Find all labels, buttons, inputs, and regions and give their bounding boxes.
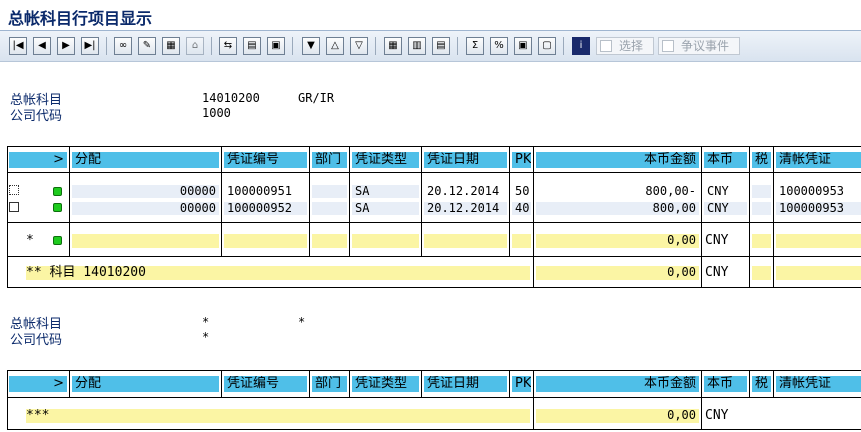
sort-desc-icon[interactable]: ▽ [350, 37, 368, 55]
change-layout-icon[interactable]: ▤ [432, 37, 450, 55]
col-clearing-doc-2[interactable]: 清帐凭证 [776, 376, 861, 392]
subtotal-amount: 0,00 [536, 234, 699, 248]
col-assignment[interactable]: 分配 [72, 152, 219, 168]
assignment-cell: 00000 [72, 185, 219, 198]
col-clearing-doc[interactable]: 清帐凭证 [776, 152, 861, 168]
grand-total-marker: *** [26, 409, 530, 423]
col-pk[interactable]: PK [512, 152, 531, 168]
print-icon[interactable]: ▤ [243, 37, 261, 55]
doc-number-cell[interactable]: 100000952 [224, 202, 307, 215]
page-title: 总帐科目行项目显示 [8, 9, 153, 28]
col-pk-2[interactable]: PK [512, 376, 531, 392]
col-tax-2[interactable]: 税 [752, 376, 771, 392]
doc-number-cell[interactable]: 100000951 [224, 185, 307, 198]
pk-cell: 40 [512, 202, 531, 215]
account-desc-2: * [298, 315, 306, 329]
col-tax[interactable]: 税 [752, 152, 771, 168]
subtotal-marker: * [26, 233, 34, 248]
application-toolbar: |◀ ◀ ▶ ▶| ∞ ✎ ▦ ⌂ ⇆ ▤ ▣ ▼ △ ▽ ▦ ▥ ▤ Σ % … [0, 31, 861, 62]
grand-total-currency: CNY [705, 408, 729, 423]
info-icon[interactable]: i [572, 37, 590, 55]
title-bar: 总帐科目行项目显示 [0, 0, 861, 31]
selection-column-header-2[interactable]: > [9, 376, 67, 392]
prev-page-icon[interactable]: ◀ [33, 37, 51, 55]
dispute-icon [662, 40, 674, 52]
glasses-icon[interactable]: ∞ [114, 37, 132, 55]
first-page-icon[interactable]: |◀ [9, 37, 27, 55]
summary-icon[interactable]: Σ [466, 37, 484, 55]
tax-cell [752, 202, 771, 215]
columns-icon[interactable]: ▥ [408, 37, 426, 55]
subtotal-currency: CNY [705, 233, 729, 248]
account-total-currency: CNY [705, 265, 729, 280]
selection-column-header[interactable]: > [9, 152, 67, 168]
clearing-doc-cell[interactable]: 100000953 [776, 202, 861, 215]
select-label: 选择 [619, 39, 644, 53]
pk-cell: 50 [515, 185, 530, 198]
col-department-2[interactable]: 部门 [312, 376, 347, 392]
export-icon[interactable]: ⇆ [219, 37, 237, 55]
layout-icon[interactable]: ▦ [384, 37, 402, 55]
grand-total-amount: 0,00 [536, 409, 699, 423]
row-checkbox[interactable] [9, 185, 19, 195]
account-value-2: * [202, 315, 210, 329]
detail-icon[interactable]: ⌂ [186, 37, 204, 55]
filter-icon[interactable]: ▼ [302, 37, 320, 55]
col-doc-date-2[interactable]: 凭证日期 [424, 376, 507, 392]
col-doc-type[interactable]: 凭证类型 [352, 152, 419, 168]
doc-date-cell: 20.12.2014 [427, 185, 500, 198]
account-value: 14010200 [202, 91, 260, 105]
currency-cell: CNY [707, 185, 729, 198]
row-checkbox[interactable] [9, 202, 19, 212]
account-total-marker: ** 科目 14010200 [26, 266, 530, 280]
col-doc-number-2[interactable]: 凭证编号 [224, 376, 307, 392]
col-currency-2[interactable]: 本币 [704, 376, 747, 392]
amount-cell: 800,00- [645, 185, 696, 198]
status-led-icon [53, 203, 62, 212]
company-label: 公司代码 [10, 109, 63, 124]
doc-type-cell: SA [352, 185, 419, 198]
amount-cell: 800,00 [536, 202, 699, 215]
clearing-doc-cell[interactable]: 100000953 [776, 185, 861, 198]
col-doc-date[interactable]: 凭证日期 [424, 152, 507, 168]
select-icon [600, 40, 612, 52]
pencil-icon[interactable]: ✎ [138, 37, 156, 55]
col-currency[interactable]: 本币 [704, 152, 747, 168]
col-doc-type-2[interactable]: 凭证类型 [352, 376, 419, 392]
company-label-2: 公司代码 [10, 333, 63, 348]
department-cell [312, 202, 347, 215]
account-desc: GR/IR [298, 91, 335, 105]
grid-icon[interactable]: ▦ [162, 37, 180, 55]
status-led-icon [53, 236, 62, 245]
department-cell [312, 185, 347, 198]
col-doc-number[interactable]: 凭证编号 [224, 152, 307, 168]
col-department[interactable]: 部门 [312, 152, 347, 168]
dispute-case-button[interactable]: 争议事件 [658, 37, 740, 55]
page-icon[interactable]: ▣ [267, 37, 285, 55]
doc-date-cell: 20.12.2014 [424, 202, 507, 215]
status-led-icon [53, 187, 62, 196]
select-button[interactable]: 选择 [596, 37, 654, 55]
sort-asc-icon[interactable]: △ [326, 37, 344, 55]
subtotal-icon[interactable]: % [490, 37, 508, 55]
col-assignment-2[interactable]: 分配 [72, 376, 219, 392]
company-value: 1000 [202, 106, 231, 120]
document-icon[interactable]: ▢ [538, 37, 556, 55]
graphic-icon[interactable]: ▣ [514, 37, 532, 55]
assignment-cell: 00000 [72, 202, 219, 215]
company-value-2: * [202, 330, 210, 344]
col-amount-2[interactable]: 本币金额 [536, 376, 699, 392]
col-amount[interactable]: 本币金额 [536, 152, 699, 168]
currency-cell: CNY [704, 202, 747, 215]
doc-type-cell: SA [352, 202, 419, 215]
account-total-amount: 0,00 [536, 266, 699, 280]
dispute-label: 争议事件 [681, 39, 730, 53]
tax-cell [752, 185, 771, 198]
last-page-icon[interactable]: ▶| [81, 37, 99, 55]
next-page-icon[interactable]: ▶ [57, 37, 75, 55]
